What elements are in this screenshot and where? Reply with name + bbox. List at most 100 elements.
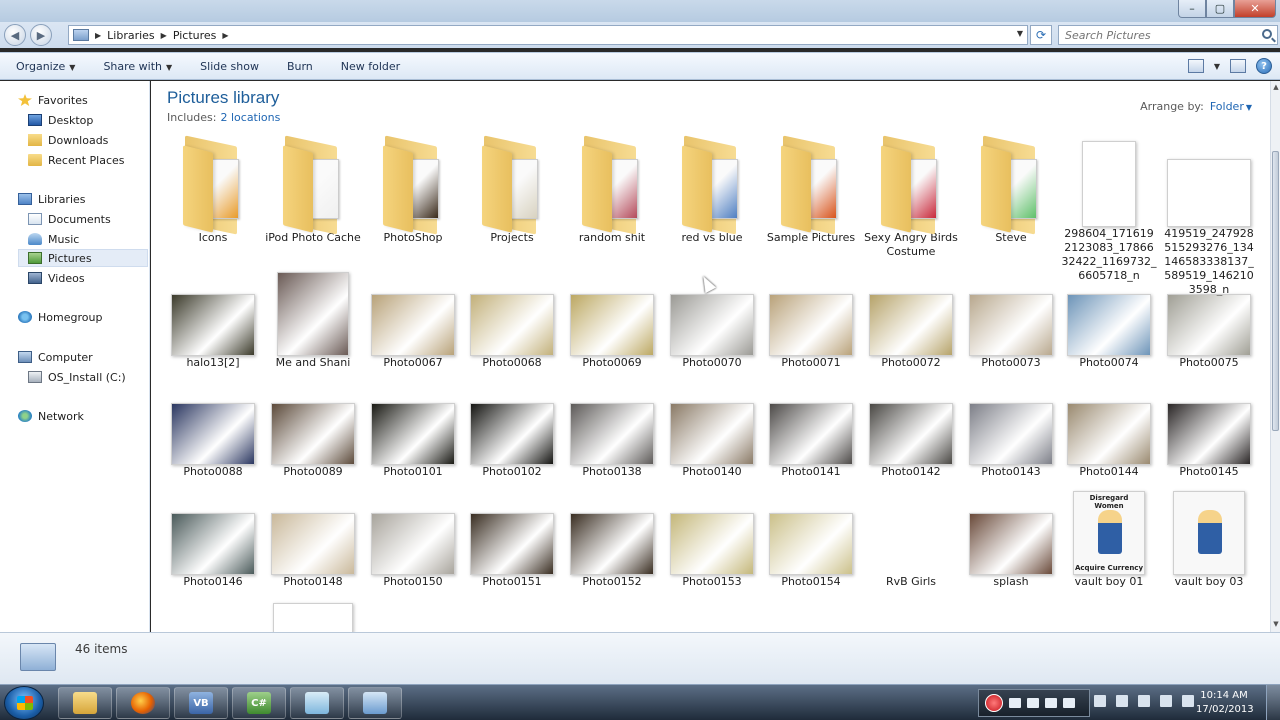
- folder-item[interactable]: Sexy Angry Birds Costume: [863, 135, 959, 259]
- volume-icon[interactable]: [1182, 695, 1194, 707]
- image-item[interactable]: Photo0145: [1161, 403, 1257, 479]
- image-item[interactable]: halo13[2]: [165, 294, 261, 370]
- image-item[interactable]: Photo0069: [564, 294, 660, 370]
- nav-computer[interactable]: Computer: [18, 348, 166, 366]
- image-item[interactable]: Photo0074: [1061, 294, 1157, 370]
- arrange-by-dropdown[interactable]: Folder: [1210, 100, 1244, 113]
- image-item[interactable]: Photo0102: [464, 403, 560, 479]
- camera-icon[interactable]: [1027, 698, 1039, 708]
- vertical-scrollbar[interactable]: ▲ ▼: [1270, 81, 1280, 632]
- new-folder-button[interactable]: New folder: [341, 60, 414, 73]
- close-recorder-icon[interactable]: [1063, 698, 1075, 708]
- breadcrumb-separator-icon[interactable]: ▶: [161, 31, 167, 40]
- start-button[interactable]: [4, 686, 44, 720]
- search-box[interactable]: [1058, 25, 1278, 45]
- image-item[interactable]: Photo0075: [1161, 294, 1257, 370]
- nav-favorites[interactable]: Favorites: [18, 91, 166, 109]
- image-item[interactable]: Me and Shani: [265, 272, 361, 370]
- breadcrumb-separator-icon[interactable]: ▶: [95, 31, 101, 40]
- breadcrumb-libraries[interactable]: Libraries: [107, 29, 155, 42]
- device-icon[interactable]: [1138, 695, 1150, 707]
- minimize-button[interactable]: –: [1178, 0, 1206, 18]
- search-icon[interactable]: [1262, 29, 1272, 39]
- folder-item[interactable]: iPod Photo Cache: [265, 135, 361, 245]
- image-item[interactable]: Photo0153: [664, 513, 760, 589]
- clock[interactable]: 10:14 AM 17/02/2013: [1196, 689, 1254, 717]
- image-item[interactable]: [265, 603, 361, 632]
- folder-item[interactable]: Steve: [963, 135, 1059, 245]
- address-bar[interactable]: ▶ Libraries ▶ Pictures ▶ ▼: [68, 25, 1028, 45]
- scrollbar-thumb[interactable]: [1272, 151, 1279, 431]
- burn-button[interactable]: Burn: [287, 60, 327, 73]
- pen-icon[interactable]: [1045, 698, 1057, 708]
- scroll-up-icon[interactable]: ▲: [1272, 83, 1280, 93]
- back-button[interactable]: ◀: [4, 24, 26, 46]
- folder-item[interactable]: red vs blue: [664, 135, 760, 245]
- folder-item[interactable]: random shit: [564, 135, 660, 245]
- taskbar-app-explorer[interactable]: [58, 687, 112, 719]
- image-item[interactable]: Photo0142: [863, 403, 959, 479]
- image-item[interactable]: Photo0072: [863, 294, 959, 370]
- taskbar-app-vb[interactable]: VB: [174, 687, 228, 719]
- nav-homegroup[interactable]: Homegroup: [18, 308, 166, 326]
- folder-item[interactable]: Sample Pictures: [763, 135, 859, 245]
- taskbar-app-firefox[interactable]: [116, 687, 170, 719]
- image-item[interactable]: vault boy 03: [1161, 491, 1257, 589]
- breadcrumb-pictures[interactable]: Pictures: [173, 29, 217, 42]
- image-item[interactable]: Photo0148: [265, 513, 361, 589]
- folder-item[interactable]: PhotoShop: [365, 135, 461, 245]
- breadcrumb-separator-icon[interactable]: ▶: [222, 31, 228, 40]
- image-item[interactable]: Photo0144: [1061, 403, 1157, 479]
- taskbar-app-blocks[interactable]: [290, 687, 344, 719]
- show-desktop-button[interactable]: [1266, 685, 1280, 720]
- image-item[interactable]: Photo0154: [763, 513, 859, 589]
- image-item[interactable]: Photo0101: [365, 403, 461, 479]
- image-item[interactable]: RvB Girls: [863, 513, 959, 589]
- image-item[interactable]: 419519_247928515293276_134146583338137_5…: [1161, 159, 1257, 297]
- maximize-button[interactable]: ▢: [1206, 0, 1234, 18]
- image-item[interactable]: Disregard Women Acquire Currency vault boy…: [1061, 491, 1157, 589]
- close-button[interactable]: ✕: [1234, 0, 1276, 18]
- network-status-icon[interactable]: [1160, 695, 1172, 707]
- image-item[interactable]: Photo0151: [464, 513, 560, 589]
- chevron-down-icon[interactable]: ▼: [1246, 103, 1252, 112]
- nav-pictures[interactable]: Pictures: [18, 249, 148, 267]
- folder-item[interactable]: Projects: [464, 135, 560, 245]
- image-item[interactable]: Photo0071: [763, 294, 859, 370]
- scroll-down-icon[interactable]: ▼: [1272, 620, 1280, 630]
- address-history-chevron-down-icon[interactable]: ▼: [1017, 29, 1023, 38]
- image-item[interactable]: Photo0073: [963, 294, 1059, 370]
- image-item[interactable]: Photo0140: [664, 403, 760, 479]
- image-item[interactable]: Photo0070: [664, 294, 760, 370]
- organize-button[interactable]: Organize ▼: [16, 60, 89, 73]
- taskbar-app-network[interactable]: [348, 687, 402, 719]
- search-input[interactable]: [1059, 26, 1249, 44]
- image-item[interactable]: Photo0068: [464, 294, 560, 370]
- taskbar-app-csharp[interactable]: C#: [232, 687, 286, 719]
- help-icon[interactable]: ?: [1256, 58, 1272, 74]
- image-item[interactable]: Photo0138: [564, 403, 660, 479]
- nav-network[interactable]: Network: [18, 407, 166, 425]
- image-item[interactable]: Photo0152: [564, 513, 660, 589]
- image-item[interactable]: Photo0150: [365, 513, 461, 589]
- image-item[interactable]: Photo0143: [963, 403, 1059, 479]
- preview-pane-icon[interactable]: [1230, 59, 1246, 73]
- slide-show-button[interactable]: Slide show: [200, 60, 273, 73]
- image-item[interactable]: Photo0146: [165, 513, 261, 589]
- view-chevron-down-icon[interactable]: ▼: [1214, 62, 1220, 71]
- change-view-icon[interactable]: [1187, 59, 1204, 73]
- nav-libraries[interactable]: Libraries: [18, 190, 166, 208]
- flag-icon[interactable]: [1116, 695, 1128, 707]
- forward-button[interactable]: ▶: [30, 24, 52, 46]
- image-item[interactable]: Photo0089: [265, 403, 361, 479]
- share-with-button[interactable]: Share with ▼: [103, 60, 186, 73]
- record-icon[interactable]: [985, 694, 1003, 712]
- image-item[interactable]: Photo0067: [365, 294, 461, 370]
- image-item[interactable]: Photo0088: [165, 403, 261, 479]
- image-item[interactable]: 298604_1716192123083_1786632422_1169732_…: [1061, 141, 1157, 283]
- folder-item[interactable]: Icons: [165, 135, 261, 245]
- show-hidden-icons-icon[interactable]: [1094, 695, 1106, 707]
- image-item[interactable]: Photo0141: [763, 403, 859, 479]
- image-item[interactable]: splash: [963, 513, 1059, 589]
- locations-link[interactable]: 2 locations: [220, 111, 280, 124]
